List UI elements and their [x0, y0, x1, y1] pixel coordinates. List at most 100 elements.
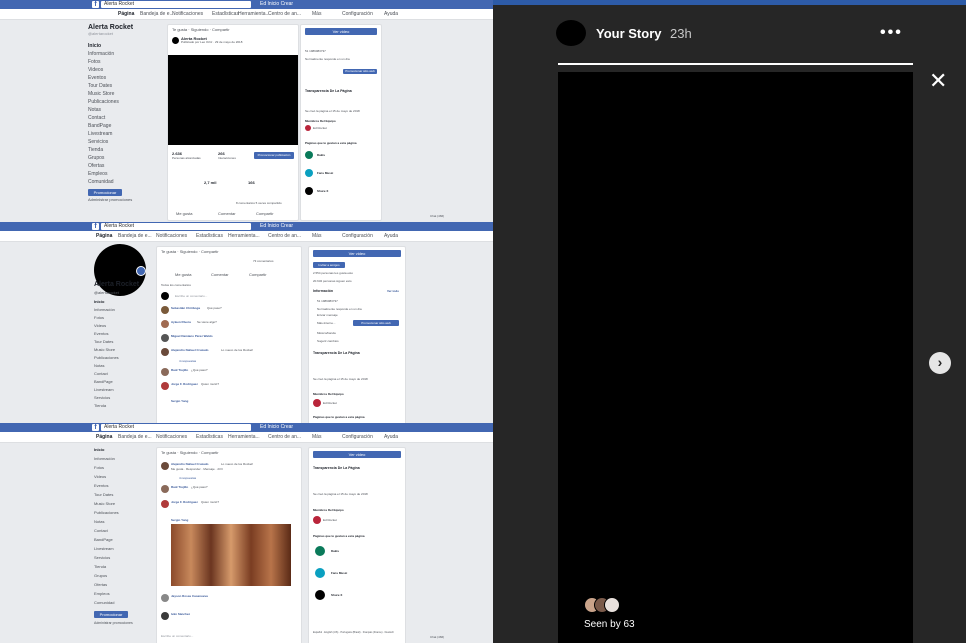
sidebar-item[interactable]: Tienda [94, 403, 106, 408]
comment-photo-puppies[interactable] [171, 524, 291, 586]
close-icon[interactable]: ✕ [929, 70, 947, 92]
sidebar-item[interactable]: Comunidad [94, 600, 114, 605]
sidebar-item[interactable]: Grupos [88, 154, 158, 162]
post-like-button[interactable]: Me gusta [175, 272, 191, 277]
post-comments-shares[interactable]: 8 comentarios 5 veces compartido [236, 201, 282, 206]
sidebar-item[interactable]: Eventos [94, 483, 108, 488]
sidebar-item[interactable]: Livestream [94, 546, 114, 551]
sidebar-item[interactable]: Inicio [88, 42, 158, 50]
invite-friends-button[interactable]: Invitar a amigos [313, 262, 345, 268]
manage-promos-link[interactable]: Administrar promociones [94, 621, 133, 626]
liked-page-name[interactable]: Dakis [331, 549, 339, 554]
team-member[interactable]: Ed Rocket [313, 126, 327, 131]
see-all-link[interactable]: Ver todo [387, 289, 399, 294]
tab-more[interactable]: Más [312, 9, 321, 19]
team-member[interactable]: Ed Rocket [323, 518, 337, 523]
next-story-button[interactable]: › [929, 352, 951, 374]
viewer-avatars[interactable] [584, 597, 634, 613]
tab-help[interactable]: Ayuda [384, 432, 398, 442]
comment-input[interactable]: Escribe un comentario... [175, 294, 207, 299]
sidebar-item[interactable]: Servicios [88, 138, 158, 146]
sidebar-item[interactable]: Eventos [94, 331, 108, 336]
sidebar-item[interactable]: Notas [94, 363, 104, 368]
comment-author[interactable]: Sebastián Chiriboga [171, 306, 200, 311]
sidebar-item[interactable]: Servicios [94, 395, 110, 400]
sidebar-item[interactable]: Notas [88, 106, 158, 114]
sidebar-item[interactable]: Videos [94, 474, 106, 479]
like-page-button[interactable]: Te gusta [172, 27, 187, 32]
sidebar-item[interactable]: Contact [88, 114, 158, 122]
suggest-edits-link[interactable]: Sugerir cambios [317, 339, 339, 344]
post-comment-button[interactable]: Comentar [218, 211, 236, 216]
sidebar-item[interactable]: Publicaciones [94, 355, 119, 360]
manage-promos-link[interactable]: Administrar promociones [88, 196, 158, 204]
sidebar-item[interactable]: Fotos [88, 58, 158, 66]
tab-help[interactable]: Ayuda [384, 9, 398, 19]
sidebar-item[interactable]: Comunidad [88, 178, 158, 186]
post-comment-button[interactable]: Comentar [211, 272, 229, 277]
sidebar-item[interactable]: Notas [94, 519, 104, 524]
share-page-button[interactable]: Compartir [201, 450, 219, 455]
liked-page-name[interactable]: Shure X [317, 189, 328, 194]
following-button[interactable]: Siguiendo [180, 450, 198, 455]
comment-author[interactable]: Jorge F. Rodríguez [171, 382, 198, 387]
sidebar-item[interactable]: Publicaciones [94, 510, 119, 515]
seen-by-count[interactable]: Seen by 63 [584, 619, 635, 630]
chat-bar[interactable]: Chat (466) [430, 635, 444, 640]
liked-page-name[interactable]: Fans Music [317, 171, 333, 176]
sidebar-item[interactable]: BandPage [94, 537, 113, 542]
story-owner-avatar[interactable] [556, 20, 586, 46]
tab-inbox[interactable]: Bandeja de e... [118, 432, 152, 442]
sidebar-item[interactable]: Información [88, 50, 158, 58]
tab-inbox[interactable]: Bandeja de e... [118, 231, 152, 241]
sidebar-item[interactable]: Contact [94, 528, 108, 533]
sidebar-item[interactable]: Tour Dates [88, 82, 158, 90]
tab-more[interactable]: Más [312, 231, 321, 241]
comment-input[interactable]: Escribe un comentario... [161, 634, 193, 639]
following-button[interactable]: Siguiendo [180, 249, 198, 254]
sidebar-item[interactable]: Eventos [88, 74, 158, 82]
post-share-button[interactable]: Compartir [256, 211, 274, 216]
post-share-button[interactable]: Compartir [249, 272, 267, 277]
post-like-button[interactable]: Me gusta [176, 211, 192, 216]
comment-author[interactable]: Alejandro Nahuel Cruzado [171, 348, 209, 353]
sidebar-item[interactable]: Empleos [94, 591, 110, 596]
chat-bar[interactable]: Chat (466) [430, 214, 444, 219]
website-link[interactable]: Más-Interne... [317, 321, 336, 326]
sidebar-item[interactable]: Fotos [94, 315, 104, 320]
post-video[interactable] [168, 55, 298, 145]
fb-search-input[interactable]: Alerta Rocket [101, 424, 251, 431]
comment-author[interactable]: Jorge F. Rodríguez [171, 500, 198, 505]
fb-search-input[interactable]: Alerta Rocket [101, 1, 251, 8]
tab-settings[interactable]: Configuración [342, 231, 373, 241]
sidebar-item[interactable]: Tienda [88, 146, 158, 154]
tab-help[interactable]: Ayuda [384, 231, 398, 241]
following-button[interactable]: Siguiendo [191, 27, 209, 32]
sidebar-item[interactable]: Información [94, 456, 115, 461]
team-member[interactable]: Ed Rocket [323, 401, 337, 406]
comment-author[interactable]: Jayson Rosas Casanueva [171, 594, 208, 599]
sidebar-item[interactable]: Fotos [94, 465, 104, 470]
like-page-button[interactable]: Te gusta [161, 249, 176, 254]
tab-page[interactable]: Página [118, 9, 134, 19]
sidebar-item[interactable]: Ofertas [94, 582, 107, 587]
watch-video-button[interactable]: Ver video [313, 250, 401, 257]
tab-tools[interactable]: Herramienta... [238, 9, 270, 19]
sidebar-item[interactable]: Livestream [94, 387, 114, 392]
sidebar-item[interactable]: Livestream [88, 130, 158, 138]
tab-inbox[interactable]: Bandeja de e... [140, 9, 174, 19]
sidebar-item[interactable]: Music Store [94, 501, 115, 506]
sidebar-item[interactable]: Servicios [94, 555, 110, 560]
sidebar-item[interactable]: Tour Dates [94, 339, 113, 344]
watch-video-button[interactable]: Ver video [313, 451, 401, 458]
share-page-button[interactable]: Compartir [212, 27, 230, 32]
sidebar-item[interactable]: Inicio [94, 299, 104, 304]
sidebar-item[interactable]: Grupos [94, 573, 107, 578]
promote-button[interactable]: Promocionar [94, 611, 128, 618]
tab-stats[interactable]: Estadísticas [196, 432, 223, 442]
add-photo-icon[interactable] [136, 266, 146, 276]
replies-link[interactable]: 4 respuestas [179, 359, 196, 364]
tab-tools[interactable]: Herramienta... [228, 231, 260, 241]
comment-author[interactable]: Iván Sánchez [171, 612, 190, 617]
comment-author[interactable]: Sergio Yang [171, 399, 188, 404]
